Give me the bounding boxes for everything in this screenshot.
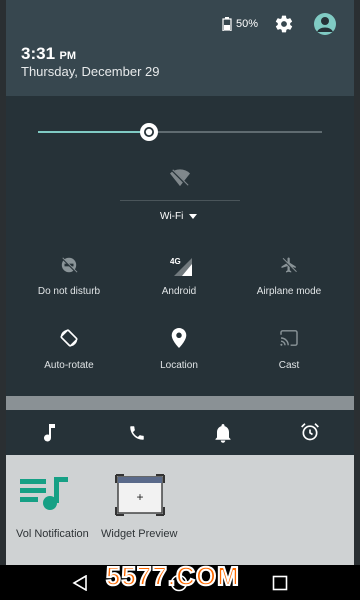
do-not-disturb-icon xyxy=(61,257,78,273)
wifi-off-icon xyxy=(170,169,190,187)
clock[interactable]: 3:31 PM xyxy=(21,44,76,64)
battery-icon xyxy=(222,17,232,32)
brightness-fill xyxy=(38,131,149,133)
vol-notification-label: Vol Notification xyxy=(16,528,89,540)
music-notification-button[interactable] xyxy=(42,424,58,442)
auto-rotate-icon xyxy=(60,329,78,347)
tile-airplane-mode[interactable]: Airplane mode xyxy=(244,254,334,304)
signal-4g-icon: 4G xyxy=(170,257,192,276)
notification-shade-header: 50% 3:31 PM Thursday, December 29 xyxy=(6,0,354,96)
tile-label: Airplane mode xyxy=(256,286,322,297)
tile-label: Auto-rotate xyxy=(44,360,94,371)
tile-cast[interactable]: Cast xyxy=(244,328,334,378)
notification-icon-bar xyxy=(6,410,354,455)
equalizer-music-icon xyxy=(20,477,68,510)
alarm-notification-button[interactable] xyxy=(300,422,320,442)
widget-preview-app-icon[interactable]: + xyxy=(114,471,166,517)
svg-text:+: + xyxy=(136,490,143,504)
watermark-text: 5577.COM xyxy=(105,560,240,592)
tile-label: Cast xyxy=(278,360,300,371)
brightness-thumb[interactable] xyxy=(139,122,159,142)
user-avatar-button[interactable] xyxy=(314,13,336,35)
clock-ampm: PM xyxy=(59,50,76,62)
cast-icon xyxy=(280,330,298,346)
quick-settings-panel: Wi-Fi Do not disturb 4G Android Airplane… xyxy=(6,96,354,396)
vol-notification-app-icon[interactable] xyxy=(16,473,76,513)
widget-preview-icon: + xyxy=(115,474,165,516)
bell-notification-button[interactable] xyxy=(214,423,232,443)
back-button[interactable] xyxy=(72,574,88,592)
account-icon xyxy=(317,17,333,32)
phone-notification-button[interactable] xyxy=(128,424,146,442)
wifi-dropdown[interactable]: Wi-Fi xyxy=(160,211,198,222)
signal-badge: 4G xyxy=(170,257,181,266)
alarm-clock-icon xyxy=(301,423,319,441)
bell-icon xyxy=(215,424,231,443)
behind-content-strip xyxy=(6,396,354,410)
location-pin-icon xyxy=(171,328,187,348)
tile-label: Android xyxy=(161,286,197,297)
chevron-down-icon xyxy=(189,214,198,219)
recents-button[interactable] xyxy=(272,575,288,591)
phone-icon xyxy=(130,426,144,440)
tile-do-not-disturb[interactable]: Do not disturb xyxy=(24,254,114,304)
back-triangle-icon xyxy=(72,574,87,592)
tile-location[interactable]: Location xyxy=(134,328,224,378)
date-label: Thursday, December 29 xyxy=(21,64,160,79)
settings-button[interactable] xyxy=(274,14,294,34)
clock-time: 3:31 xyxy=(21,44,56,63)
brightness-icon xyxy=(140,123,158,141)
wifi-label: Wi-Fi xyxy=(160,211,184,222)
battery-percent: 50% xyxy=(236,18,259,30)
tile-label: Do not disturb xyxy=(37,286,101,297)
music-note-icon xyxy=(44,424,55,442)
wifi-divider xyxy=(120,200,240,201)
airplane-icon xyxy=(281,257,297,273)
widget-preview-label: Widget Preview xyxy=(101,528,178,540)
tile-auto-rotate[interactable]: Auto-rotate xyxy=(24,328,114,378)
recents-square-icon xyxy=(272,575,288,591)
gear-icon xyxy=(275,15,293,33)
wifi-toggle[interactable] xyxy=(169,168,191,188)
tile-android-data[interactable]: 4G Android xyxy=(134,254,224,304)
home-app-area: Vol Notification + Widget Preview xyxy=(6,455,354,567)
tile-label: Location xyxy=(160,360,198,371)
